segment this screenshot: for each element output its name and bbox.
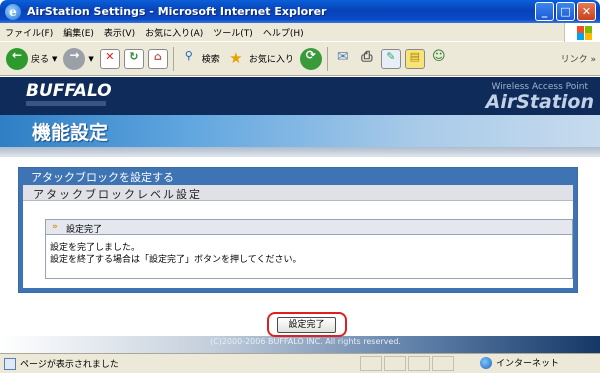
toolbar: ← 戻る ▼ → ▼ ✕ ↻ ⌂ ⚲ 検索 ★ お気に入り ⟳ ✉ ⎙ ✎ ▤ … [0, 42, 600, 76]
home-icon[interactable]: ⌂ [147, 48, 168, 69]
menu-file[interactable]: ファイル(F) [0, 26, 58, 39]
forward-dropdown-icon[interactable]: ▼ [88, 55, 93, 63]
status-text: ページが表示されました [20, 360, 119, 370]
star-icon: ★ [229, 48, 243, 67]
menu-favorites[interactable]: お気に入り(A) [140, 26, 208, 39]
stop-icon[interactable]: ✕ [99, 48, 120, 69]
page-icon [4, 357, 16, 370]
forward-button[interactable]: → ▼ [63, 47, 94, 70]
result-box-title: 設定完了 [66, 225, 103, 235]
result-box: » 設定完了 設定を完了しました。 設定を終了する場合は「設定完了」ボタンを押し… [45, 219, 573, 279]
brand-logo: BUFFALO [26, 81, 112, 101]
brand-logo-underline [26, 101, 106, 106]
menu-help[interactable]: ヘルプ(H) [258, 26, 309, 39]
back-dropdown-icon[interactable]: ▼ [52, 55, 57, 63]
status-cell [384, 356, 406, 371]
copyright-text: (C)2000-2006 BUFFALO INC. All rights res… [210, 337, 401, 346]
back-label: 戻る [31, 55, 50, 65]
status-bar: ページが表示されました インターネット [0, 353, 600, 373]
favorites-label: お気に入り [248, 55, 294, 65]
attack-block-panel: アタックブロックを設定する アタックブロックレベル設定 » 設定完了 設定を完了… [18, 167, 578, 293]
security-zone: インターネット [480, 356, 559, 369]
brand-header: BUFFALO Wireless Access Point AirStation [0, 77, 600, 115]
menu-tools[interactable]: ツール(T) [208, 26, 258, 39]
page-viewport: BUFFALO Wireless Access Point AirStation… [0, 77, 600, 353]
page-title: 機能設定 [32, 122, 109, 144]
history-icon[interactable]: ⟳ [299, 47, 322, 70]
status-cell [408, 356, 430, 371]
windows-flag-icon [564, 23, 600, 42]
finish-settings-button[interactable]: 設定完了 [277, 317, 336, 333]
menu-edit[interactable]: 編集(E) [58, 26, 99, 39]
back-arrow-icon: ← [6, 47, 28, 70]
result-message-2: 設定を終了する場合は「設定完了」ボタンを押してください。 [50, 255, 302, 265]
result-box-header: » 設定完了 [46, 220, 572, 235]
section-subtitle: アタックブロックレベル設定 [33, 188, 202, 201]
minimize-button[interactable]: _ [535, 2, 554, 21]
window-title: AirStation Settings - Microsoft Internet… [27, 5, 327, 18]
panel-body: アタックブロックレベル設定 » 設定完了 設定を完了しました。 設定を終了する場… [23, 185, 573, 288]
maximize-button[interactable]: □ [556, 2, 575, 21]
search-button[interactable]: ⚲ 検索 [179, 49, 220, 69]
status-cells [360, 356, 456, 371]
back-button[interactable]: ← 戻る ▼ [6, 47, 57, 70]
edit-icon[interactable]: ✎ [380, 48, 401, 69]
ie-logo-icon: e [5, 3, 21, 20]
toolbar-separator [172, 46, 174, 71]
section-subheader: アタックブロックレベル設定 [23, 185, 573, 201]
globe-icon [480, 356, 492, 369]
search-label: 検索 [201, 55, 220, 65]
print-icon[interactable]: ⎙ [357, 49, 377, 69]
status-cell [360, 356, 382, 371]
header-shade [0, 147, 600, 157]
toolbar-separator [326, 46, 328, 71]
search-icon: ⚲ [184, 48, 193, 62]
links-button[interactable]: リンク » [561, 52, 596, 65]
window-titlebar[interactable]: e AirStation Settings - Microsoft Intern… [0, 0, 600, 23]
close-button[interactable]: ✕ [577, 2, 596, 21]
favorites-button[interactable]: ★ お気に入り [226, 49, 294, 69]
mail-icon[interactable]: ✉ [333, 49, 353, 69]
product-logo: AirStation [485, 91, 594, 113]
panel-title: アタックブロックを設定する [31, 171, 174, 184]
menu-bar: ファイル(F) 編集(E) 表示(V) お気に入り(A) ツール(T) ヘルプ(… [0, 23, 600, 42]
discuss-icon[interactable]: ▤ [404, 48, 425, 69]
double-chevron-icon: » [52, 222, 58, 232]
page-title-bar: 機能設定 [0, 115, 600, 147]
messenger-icon[interactable]: ☺ [429, 49, 449, 69]
refresh-icon[interactable]: ↻ [123, 48, 144, 69]
menu-view[interactable]: 表示(V) [99, 26, 140, 39]
forward-arrow-icon: → [63, 47, 86, 70]
zone-label: インターネット [496, 359, 560, 369]
status-cell [432, 356, 454, 371]
